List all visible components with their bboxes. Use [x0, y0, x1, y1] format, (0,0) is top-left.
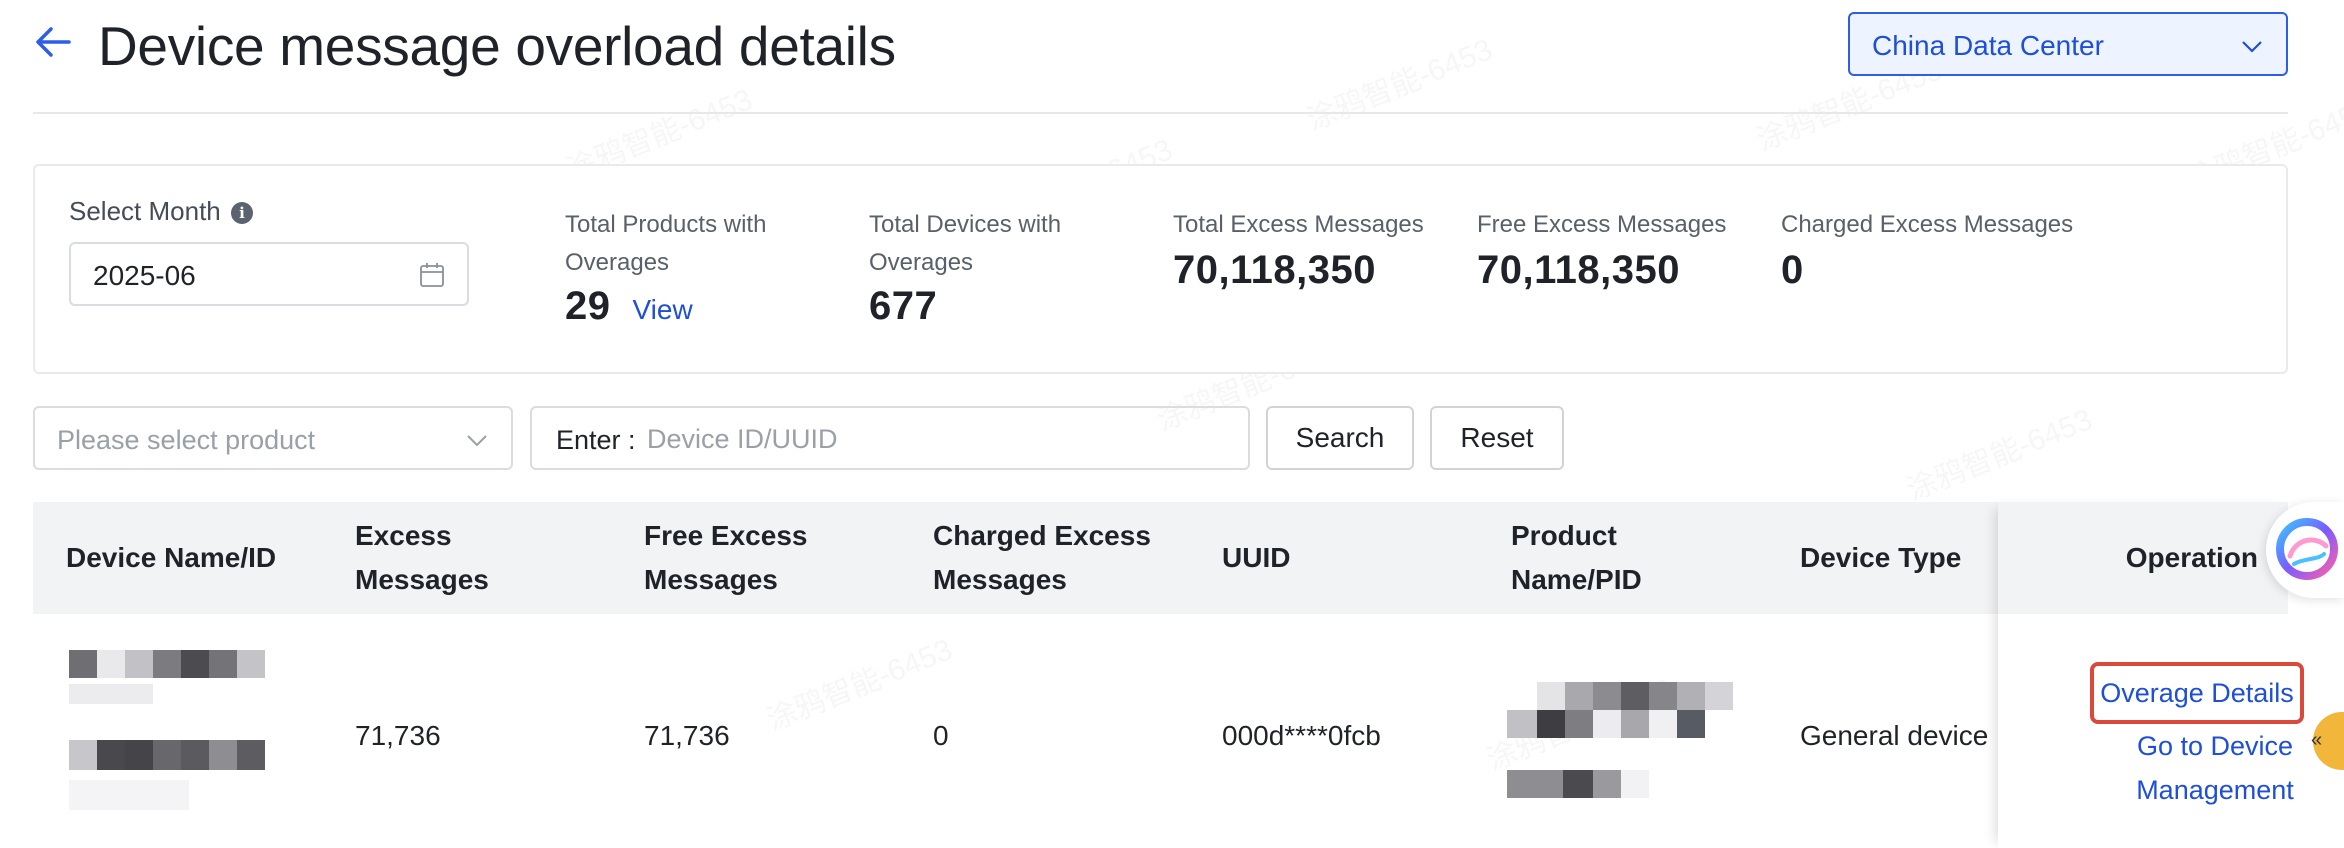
data-center-select[interactable]: China Data Center — [1848, 12, 2288, 76]
stat-value: 70,118,350 — [1173, 248, 1376, 292]
product-name-redacted — [1507, 682, 1747, 812]
link-line: Go to Device — [2136, 731, 2294, 761]
search-prefix-label: Enter : — [556, 425, 636, 455]
chevron-down-icon — [467, 435, 487, 447]
assistant-orb-icon — [2276, 518, 2338, 580]
data-center-value: China Data Center — [1872, 30, 2104, 61]
col-operation: Operation — [1998, 502, 2288, 614]
stat-label: Overages — [565, 249, 670, 276]
stat-value: 29 — [565, 284, 611, 328]
col-device-name: Device Name/ID — [66, 542, 277, 573]
stat-free-excess: Free Excess Messages 70,118,350 — [1477, 206, 1726, 293]
page-header: Device message overload details China Da… — [33, 0, 2288, 114]
view-products-link[interactable]: View — [633, 294, 693, 325]
col-charged-excess: Charged Excess Messages — [933, 520, 1151, 595]
link-line: Management — [2136, 775, 2294, 805]
summary-card: Select Month i 2025-06 Total Products wi… — [33, 164, 2288, 374]
col-device-type: Device Type — [1800, 542, 1962, 573]
stat-total-excess: Total Excess Messages 70,118,350 — [1173, 206, 1424, 293]
calendar-icon — [420, 263, 444, 287]
reset-button[interactable]: Reset — [1430, 406, 1564, 470]
stat-label: Total Devices with — [869, 211, 1062, 238]
col-product-name: Product Name/PID — [1511, 520, 1642, 595]
watermark: 涂鸦智能-6453 — [1899, 395, 2098, 509]
stat-value: 677 — [869, 284, 938, 328]
devices-table: Device Name/ID Excess Messages Free Exces… — [33, 502, 2304, 848]
cell-device-type: General device — [1800, 720, 1989, 751]
stat-label: Charged Excess Messages — [1781, 211, 2074, 238]
stat-total-products: Total Products with Overages 29 View — [565, 206, 766, 329]
col-free-excess: Free Excess Messages — [644, 520, 808, 595]
stat-label: Overages — [869, 249, 974, 276]
month-label: Select Month — [69, 196, 221, 226]
stat-label: Total Products with — [565, 211, 767, 238]
stat-label: Total Excess Messages — [1173, 211, 1424, 238]
cell-uuid: 000d****0fcb — [1222, 720, 1381, 751]
go-to-device-management-link[interactable]: Go to Device Management — [2123, 724, 2307, 812]
info-icon[interactable]: i — [231, 202, 253, 224]
back-arrow-icon[interactable] — [33, 22, 73, 62]
cell-excess: 71,736 — [355, 720, 441, 751]
device-name-redacted — [69, 650, 309, 830]
overage-details-link[interactable]: Overage Details — [2090, 662, 2304, 724]
search-button[interactable]: Search — [1266, 406, 1414, 470]
product-select[interactable]: Please select product — [33, 406, 513, 470]
chevron-down-icon — [2242, 41, 2262, 53]
col-excess-messages: Excess Messages — [355, 520, 489, 595]
cell-charged-excess: 0 — [933, 720, 949, 751]
device-search-box: Enter : — [530, 406, 1250, 470]
device-search-input[interactable] — [647, 418, 1227, 460]
product-select-placeholder: Please select product — [57, 425, 316, 455]
stat-charged-excess: Charged Excess Messages 0 — [1781, 206, 2073, 293]
stat-label: Free Excess Messages — [1477, 211, 1727, 238]
chevron-left-icon: « — [2311, 729, 2323, 751]
side-panel-toggle[interactable]: « — [2311, 712, 2344, 770]
page: 涂鸦智能-6453 涂鸦智能-6453 涂鸦智能-6453 涂鸦智能-6453 … — [0, 0, 2344, 848]
month-picker[interactable]: 2025-06 — [69, 242, 469, 306]
stat-value: 0 — [1781, 248, 1804, 292]
stat-value: 70,118,350 — [1477, 248, 1680, 292]
table-header: Device Name/ID Excess Messages Free Exces… — [33, 502, 2288, 614]
page-title: Device message overload details — [98, 15, 896, 77]
month-value: 2025-06 — [93, 260, 196, 291]
stat-total-devices: Total Devices with Overages 677 — [869, 206, 1061, 329]
col-uuid: UUID — [1222, 542, 1291, 573]
cell-free-excess: 71,736 — [644, 720, 730, 751]
